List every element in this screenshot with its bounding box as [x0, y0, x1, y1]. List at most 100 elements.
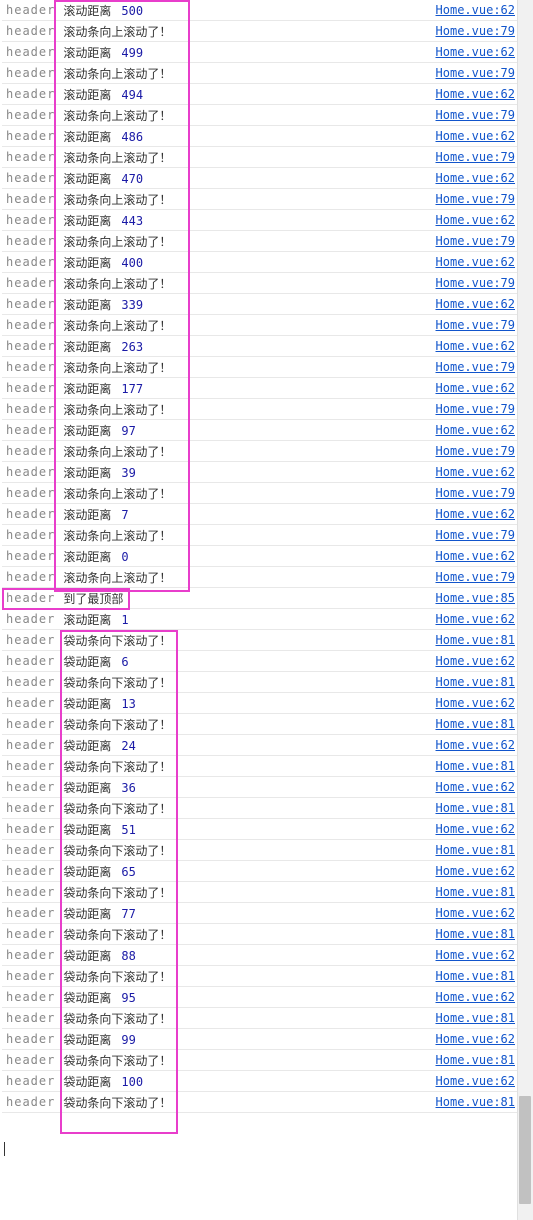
source-link[interactable]: Home.vue:62 — [436, 696, 515, 710]
source-link[interactable]: Home.vue:62 — [436, 780, 515, 794]
console-row: header袋动距离65Home.vue:62 — [2, 861, 533, 882]
source-link[interactable]: Home.vue:62 — [436, 3, 515, 17]
source-link[interactable]: Home.vue:62 — [436, 255, 515, 269]
scrollbar-track[interactable] — [517, 0, 533, 1220]
source-link[interactable]: Home.vue:81 — [436, 633, 515, 647]
log-message: 袋动条向下滚动了！ — [63, 1052, 171, 1069]
source-link[interactable]: Home.vue:62 — [436, 465, 515, 479]
log-tag: header — [6, 45, 55, 59]
source-link[interactable]: Home.vue:79 — [436, 570, 515, 584]
log-tag: header — [6, 528, 55, 542]
scrollbar-thumb[interactable] — [519, 1096, 531, 1204]
source-link[interactable]: Home.vue:62 — [436, 549, 515, 563]
log-message: 到了最顶部 — [63, 590, 123, 607]
source-link[interactable]: Home.vue:79 — [436, 234, 515, 248]
console-row: header袋动距离6Home.vue:62 — [2, 651, 533, 672]
console-row: header滚动距离499Home.vue:62 — [2, 42, 533, 63]
source-link[interactable]: Home.vue:62 — [436, 171, 515, 185]
source-link[interactable]: Home.vue:79 — [436, 150, 515, 164]
text-cursor — [4, 1142, 5, 1156]
source-link[interactable]: Home.vue:62 — [436, 990, 515, 1004]
source-link[interactable]: Home.vue:62 — [436, 423, 515, 437]
log-value: 339 — [121, 298, 143, 312]
log-tag: header — [6, 360, 55, 374]
log-tag: header — [6, 213, 55, 227]
source-link[interactable]: Home.vue:79 — [436, 444, 515, 458]
source-link[interactable]: Home.vue:79 — [436, 108, 515, 122]
log-tag: header — [6, 822, 55, 836]
source-link[interactable]: Home.vue:62 — [436, 864, 515, 878]
source-link[interactable]: Home.vue:79 — [436, 486, 515, 500]
source-link[interactable]: Home.vue:62 — [436, 129, 515, 143]
log-tag: header — [6, 318, 55, 332]
console-row: header滚动条向上滚动了！Home.vue:79 — [2, 315, 533, 336]
source-link[interactable]: Home.vue:85 — [436, 591, 515, 605]
source-link[interactable]: Home.vue:62 — [436, 654, 515, 668]
source-link[interactable]: Home.vue:81 — [436, 1053, 515, 1067]
log-message: 滚动距离443 — [63, 212, 143, 229]
source-link[interactable]: Home.vue:79 — [436, 528, 515, 542]
log-value: 470 — [121, 172, 143, 186]
console-row: header滚动条向上滚动了！Home.vue:79 — [2, 189, 533, 210]
log-tag: header — [6, 444, 55, 458]
log-tag: header — [6, 696, 55, 710]
source-link[interactable]: Home.vue:62 — [436, 906, 515, 920]
console-row: header滚动条向上滚动了！Home.vue:79 — [2, 483, 533, 504]
log-tag: header — [6, 927, 55, 941]
log-tag: header — [6, 66, 55, 80]
source-link[interactable]: Home.vue:81 — [436, 927, 515, 941]
source-link[interactable]: Home.vue:81 — [436, 717, 515, 731]
log-message: 滚动距离1 — [63, 611, 128, 628]
source-link[interactable]: Home.vue:62 — [436, 1074, 515, 1088]
source-link[interactable]: Home.vue:62 — [436, 297, 515, 311]
log-message: 袋动距离99 — [63, 1031, 135, 1048]
source-link[interactable]: Home.vue:62 — [436, 339, 515, 353]
source-link[interactable]: Home.vue:62 — [436, 381, 515, 395]
log-value: 24 — [121, 739, 135, 753]
log-message: 袋动条向下滚动了！ — [63, 884, 171, 901]
console-row: header滚动条向上滚动了！Home.vue:79 — [2, 105, 533, 126]
log-tag: header — [6, 3, 55, 17]
source-link[interactable]: Home.vue:79 — [436, 318, 515, 332]
source-link[interactable]: Home.vue:81 — [436, 843, 515, 857]
log-tag: header — [6, 864, 55, 878]
source-link[interactable]: Home.vue:62 — [436, 612, 515, 626]
console-row: header滚动距离0Home.vue:62 — [2, 546, 533, 567]
console-row: header滚动条向上滚动了！Home.vue:79 — [2, 357, 533, 378]
source-link[interactable]: Home.vue:79 — [436, 66, 515, 80]
log-tag: header — [6, 297, 55, 311]
source-link[interactable]: Home.vue:79 — [436, 24, 515, 38]
log-value: 499 — [121, 46, 143, 60]
source-link[interactable]: Home.vue:79 — [436, 360, 515, 374]
log-message: 袋动距离77 — [63, 905, 135, 922]
source-link[interactable]: Home.vue:81 — [436, 1011, 515, 1025]
source-link[interactable]: Home.vue:79 — [436, 276, 515, 290]
console-row: header 滚动距离1 Home.vue:62 — [2, 609, 533, 630]
source-link[interactable]: Home.vue:79 — [436, 192, 515, 206]
log-tag: header — [6, 591, 55, 605]
log-tag: header — [6, 24, 55, 38]
source-link[interactable]: Home.vue:62 — [436, 213, 515, 227]
source-link[interactable]: Home.vue:62 — [436, 822, 515, 836]
source-link[interactable]: Home.vue:81 — [436, 675, 515, 689]
log-message: 袋动距离6 — [63, 653, 128, 670]
source-link[interactable]: Home.vue:62 — [436, 738, 515, 752]
source-link[interactable]: Home.vue:62 — [436, 507, 515, 521]
source-link[interactable]: Home.vue:81 — [436, 801, 515, 815]
log-value: 88 — [121, 949, 135, 963]
source-link[interactable]: Home.vue:62 — [436, 1032, 515, 1046]
source-link[interactable]: Home.vue:81 — [436, 1095, 515, 1109]
source-link[interactable]: Home.vue:81 — [436, 759, 515, 773]
log-tag: header — [6, 612, 55, 626]
console-row: header袋动条向下滚动了！Home.vue:81 — [2, 924, 533, 945]
source-link[interactable]: Home.vue:81 — [436, 969, 515, 983]
source-link[interactable]: Home.vue:81 — [436, 885, 515, 899]
source-link[interactable]: Home.vue:62 — [436, 948, 515, 962]
log-value: 77 — [121, 907, 135, 921]
log-message: 滚动距离263 — [63, 338, 143, 355]
source-link[interactable]: Home.vue:62 — [436, 45, 515, 59]
log-tag: header — [6, 1053, 55, 1067]
log-message: 滚动条向上滚动了！ — [63, 569, 171, 586]
source-link[interactable]: Home.vue:79 — [436, 402, 515, 416]
source-link[interactable]: Home.vue:62 — [436, 87, 515, 101]
